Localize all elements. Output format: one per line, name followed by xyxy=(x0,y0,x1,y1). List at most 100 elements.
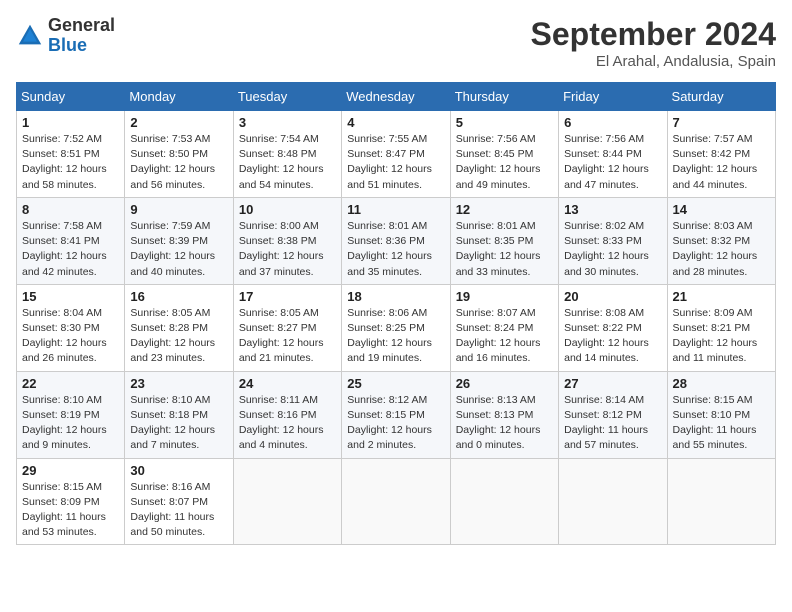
day-info: Sunrise: 7:59 AMSunset: 8:39 PMDaylight:… xyxy=(130,219,227,280)
calendar-cell: 4 Sunrise: 7:55 AMSunset: 8:47 PMDayligh… xyxy=(342,111,450,198)
day-info: Sunrise: 8:11 AMSunset: 8:16 PMDaylight:… xyxy=(239,393,336,454)
title-block: September 2024 El Arahal, Andalusia, Spa… xyxy=(531,16,776,70)
day-info: Sunrise: 8:10 AMSunset: 8:18 PMDaylight:… xyxy=(130,393,227,454)
day-number: 8 xyxy=(22,202,119,217)
day-info: Sunrise: 8:12 AMSunset: 8:15 PMDaylight:… xyxy=(347,393,444,454)
logo: GeneralBlue xyxy=(16,16,115,56)
calendar-cell: 15 Sunrise: 8:04 AMSunset: 8:30 PMDaylig… xyxy=(17,284,125,371)
day-info: Sunrise: 7:57 AMSunset: 8:42 PMDaylight:… xyxy=(673,132,770,193)
day-info: Sunrise: 8:01 AMSunset: 8:36 PMDaylight:… xyxy=(347,219,444,280)
day-number: 29 xyxy=(22,463,119,478)
calendar-cell: 9 Sunrise: 7:59 AMSunset: 8:39 PMDayligh… xyxy=(125,197,233,284)
calendar-cell: 19 Sunrise: 8:07 AMSunset: 8:24 PMDaylig… xyxy=(450,284,558,371)
day-info: Sunrise: 7:53 AMSunset: 8:50 PMDaylight:… xyxy=(130,132,227,193)
day-number: 23 xyxy=(130,376,227,391)
calendar-cell: 8 Sunrise: 7:58 AMSunset: 8:41 PMDayligh… xyxy=(17,197,125,284)
calendar-cell: 18 Sunrise: 8:06 AMSunset: 8:25 PMDaylig… xyxy=(342,284,450,371)
calendar-cell: 20 Sunrise: 8:08 AMSunset: 8:22 PMDaylig… xyxy=(559,284,667,371)
weekday-header-thursday: Thursday xyxy=(450,83,558,111)
day-info: Sunrise: 7:56 AMSunset: 8:44 PMDaylight:… xyxy=(564,132,661,193)
day-number: 28 xyxy=(673,376,770,391)
day-info: Sunrise: 8:14 AMSunset: 8:12 PMDaylight:… xyxy=(564,393,661,454)
day-info: Sunrise: 7:58 AMSunset: 8:41 PMDaylight:… xyxy=(22,219,119,280)
day-number: 21 xyxy=(673,289,770,304)
day-number: 15 xyxy=(22,289,119,304)
day-info: Sunrise: 8:15 AMSunset: 8:10 PMDaylight:… xyxy=(673,393,770,454)
calendar-cell: 25 Sunrise: 8:12 AMSunset: 8:15 PMDaylig… xyxy=(342,371,450,458)
day-number: 25 xyxy=(347,376,444,391)
calendar-cell xyxy=(667,458,775,545)
week-row-3: 15 Sunrise: 8:04 AMSunset: 8:30 PMDaylig… xyxy=(17,284,776,371)
day-number: 4 xyxy=(347,115,444,130)
weekday-header-sunday: Sunday xyxy=(17,83,125,111)
day-info: Sunrise: 8:01 AMSunset: 8:35 PMDaylight:… xyxy=(456,219,553,280)
weekday-header-friday: Friday xyxy=(559,83,667,111)
calendar-cell: 24 Sunrise: 8:11 AMSunset: 8:16 PMDaylig… xyxy=(233,371,341,458)
calendar-cell: 22 Sunrise: 8:10 AMSunset: 8:19 PMDaylig… xyxy=(17,371,125,458)
day-info: Sunrise: 8:00 AMSunset: 8:38 PMDaylight:… xyxy=(239,219,336,280)
calendar-cell: 16 Sunrise: 8:05 AMSunset: 8:28 PMDaylig… xyxy=(125,284,233,371)
day-info: Sunrise: 8:05 AMSunset: 8:27 PMDaylight:… xyxy=(239,306,336,367)
day-info: Sunrise: 8:06 AMSunset: 8:25 PMDaylight:… xyxy=(347,306,444,367)
calendar-cell: 6 Sunrise: 7:56 AMSunset: 8:44 PMDayligh… xyxy=(559,111,667,198)
calendar-cell: 14 Sunrise: 8:03 AMSunset: 8:32 PMDaylig… xyxy=(667,197,775,284)
day-number: 19 xyxy=(456,289,553,304)
day-number: 26 xyxy=(456,376,553,391)
day-number: 6 xyxy=(564,115,661,130)
day-number: 18 xyxy=(347,289,444,304)
calendar-cell: 3 Sunrise: 7:54 AMSunset: 8:48 PMDayligh… xyxy=(233,111,341,198)
calendar-table: SundayMondayTuesdayWednesdayThursdayFrid… xyxy=(16,82,776,545)
calendar-cell: 12 Sunrise: 8:01 AMSunset: 8:35 PMDaylig… xyxy=(450,197,558,284)
day-number: 27 xyxy=(564,376,661,391)
weekday-header-tuesday: Tuesday xyxy=(233,83,341,111)
calendar-cell: 23 Sunrise: 8:10 AMSunset: 8:18 PMDaylig… xyxy=(125,371,233,458)
day-number: 9 xyxy=(130,202,227,217)
day-number: 7 xyxy=(673,115,770,130)
calendar-cell: 27 Sunrise: 8:14 AMSunset: 8:12 PMDaylig… xyxy=(559,371,667,458)
day-info: Sunrise: 8:07 AMSunset: 8:24 PMDaylight:… xyxy=(456,306,553,367)
calendar-cell: 29 Sunrise: 8:15 AMSunset: 8:09 PMDaylig… xyxy=(17,458,125,545)
day-number: 10 xyxy=(239,202,336,217)
day-number: 20 xyxy=(564,289,661,304)
weekday-header-row: SundayMondayTuesdayWednesdayThursdayFrid… xyxy=(17,83,776,111)
calendar-cell: 7 Sunrise: 7:57 AMSunset: 8:42 PMDayligh… xyxy=(667,111,775,198)
day-info: Sunrise: 8:02 AMSunset: 8:33 PMDaylight:… xyxy=(564,219,661,280)
day-info: Sunrise: 8:13 AMSunset: 8:13 PMDaylight:… xyxy=(456,393,553,454)
calendar-cell: 1 Sunrise: 7:52 AMSunset: 8:51 PMDayligh… xyxy=(17,111,125,198)
day-info: Sunrise: 8:10 AMSunset: 8:19 PMDaylight:… xyxy=(22,393,119,454)
calendar-cell xyxy=(559,458,667,545)
day-info: Sunrise: 7:54 AMSunset: 8:48 PMDaylight:… xyxy=(239,132,336,193)
week-row-4: 22 Sunrise: 8:10 AMSunset: 8:19 PMDaylig… xyxy=(17,371,776,458)
calendar-cell: 11 Sunrise: 8:01 AMSunset: 8:36 PMDaylig… xyxy=(342,197,450,284)
calendar-cell: 2 Sunrise: 7:53 AMSunset: 8:50 PMDayligh… xyxy=(125,111,233,198)
page-header: GeneralBlue September 2024 El Arahal, An… xyxy=(16,16,776,70)
week-row-5: 29 Sunrise: 8:15 AMSunset: 8:09 PMDaylig… xyxy=(17,458,776,545)
calendar-cell xyxy=(450,458,558,545)
calendar-cell xyxy=(233,458,341,545)
day-number: 2 xyxy=(130,115,227,130)
day-info: Sunrise: 7:55 AMSunset: 8:47 PMDaylight:… xyxy=(347,132,444,193)
day-info: Sunrise: 8:05 AMSunset: 8:28 PMDaylight:… xyxy=(130,306,227,367)
weekday-header-monday: Monday xyxy=(125,83,233,111)
calendar-cell: 13 Sunrise: 8:02 AMSunset: 8:33 PMDaylig… xyxy=(559,197,667,284)
day-info: Sunrise: 7:52 AMSunset: 8:51 PMDaylight:… xyxy=(22,132,119,193)
day-number: 11 xyxy=(347,202,444,217)
day-number: 12 xyxy=(456,202,553,217)
day-number: 1 xyxy=(22,115,119,130)
calendar-cell: 17 Sunrise: 8:05 AMSunset: 8:27 PMDaylig… xyxy=(233,284,341,371)
logo-icon xyxy=(16,22,44,50)
calendar-cell: 5 Sunrise: 7:56 AMSunset: 8:45 PMDayligh… xyxy=(450,111,558,198)
day-number: 16 xyxy=(130,289,227,304)
day-info: Sunrise: 8:15 AMSunset: 8:09 PMDaylight:… xyxy=(22,480,119,541)
calendar-cell: 30 Sunrise: 8:16 AMSunset: 8:07 PMDaylig… xyxy=(125,458,233,545)
day-info: Sunrise: 8:09 AMSunset: 8:21 PMDaylight:… xyxy=(673,306,770,367)
calendar-cell: 10 Sunrise: 8:00 AMSunset: 8:38 PMDaylig… xyxy=(233,197,341,284)
day-number: 5 xyxy=(456,115,553,130)
calendar-cell: 21 Sunrise: 8:09 AMSunset: 8:21 PMDaylig… xyxy=(667,284,775,371)
month-year: September 2024 xyxy=(531,16,776,53)
weekday-header-wednesday: Wednesday xyxy=(342,83,450,111)
day-info: Sunrise: 7:56 AMSunset: 8:45 PMDaylight:… xyxy=(456,132,553,193)
calendar-cell: 26 Sunrise: 8:13 AMSunset: 8:13 PMDaylig… xyxy=(450,371,558,458)
day-number: 24 xyxy=(239,376,336,391)
day-number: 14 xyxy=(673,202,770,217)
